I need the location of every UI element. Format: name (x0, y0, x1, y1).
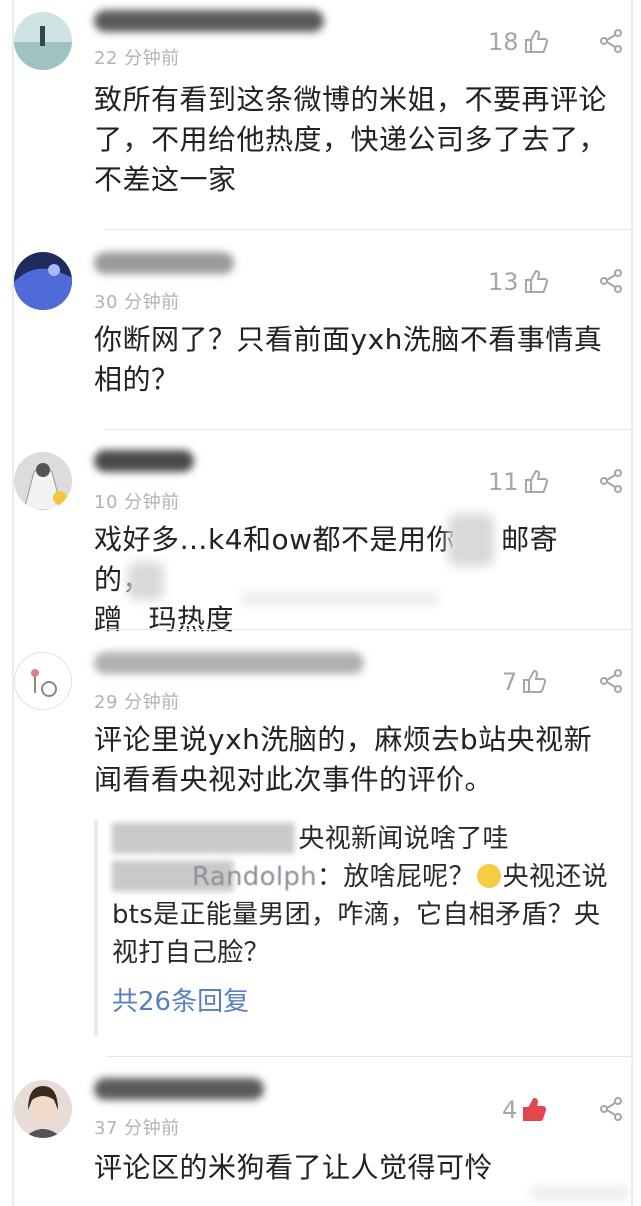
like-button[interactable]: 18 (488, 28, 549, 56)
like-count: 13 (488, 268, 519, 296)
share-icon[interactable] (598, 1096, 624, 1122)
comment-text-part: 戏好多…k4和ow都不是用你 (94, 523, 456, 556)
comment-text-part: 玛热度 (148, 603, 235, 636)
reply-text: ：放啥屁呢？ (316, 862, 475, 892)
avatar[interactable] (14, 1080, 72, 1138)
share-icon[interactable] (598, 28, 624, 54)
right-edge (631, 0, 633, 1206)
like-count: 4 (502, 1096, 518, 1124)
like-button[interactable]: 7 (502, 668, 547, 696)
username-redacted[interactable] (94, 10, 324, 32)
like-count: 18 (488, 28, 519, 56)
avatar[interactable] (14, 652, 72, 710)
comment-text: 致所有看到这条微博的米姐，不要再评论了，不用给他热度，快递公司多了去了，不差这一… (94, 83, 608, 196)
comment-time: 22 分钟前 (94, 48, 180, 69)
comment-time: 37 分钟前 (94, 1118, 180, 1139)
view-all-replies-link[interactable]: 共26条回复 (112, 982, 614, 1022)
like-button[interactable]: 13 (488, 268, 549, 296)
thumbs-up-icon (524, 469, 548, 493)
comment-time: 10 分钟前 (94, 492, 180, 513)
reply-item[interactable]: ██████Randolph：放啥屁呢？ 央视还说bts是正能量男团，咋滴，它自相… (112, 858, 614, 972)
avatar[interactable] (14, 452, 72, 510)
comment-text: 评论区的米狗看了让人觉得可怜 (94, 1151, 494, 1184)
username-redacted[interactable] (94, 252, 234, 274)
redaction-blur (128, 562, 164, 600)
watermark-blur (240, 592, 440, 606)
left-edge (12, 0, 14, 1206)
comment-text: 你断网了？只看前面yxh洗脑不看事情真相的？ (94, 323, 603, 396)
thumbs-up-icon (524, 269, 548, 293)
divider (106, 629, 631, 630)
username-redacted[interactable] (94, 1078, 264, 1100)
comment-text: 评论里说yxh洗脑的，麻烦去b站央视新闻看看央视对此次事件的评价。 (94, 723, 593, 796)
watermark-blur (530, 1186, 630, 1200)
reply-item[interactable]: █████████sa：央视新闻说啥了哇 (112, 820, 614, 858)
divider (106, 229, 631, 230)
share-icon[interactable] (598, 668, 624, 694)
smiley-emoji-icon (476, 864, 501, 888)
comment-time: 29 分钟前 (94, 692, 180, 713)
like-count: 11 (488, 468, 519, 496)
reply-author[interactable]: Randolph (192, 862, 317, 892)
thumbs-up-icon (523, 1097, 547, 1121)
reply-text: ：央视新闻说啥了哇 (272, 824, 509, 854)
comment-text: 戏好多…k4和ow都不是用你 邮寄的， 蹭玛热度 (94, 520, 614, 640)
thumbs-up-icon (523, 669, 547, 693)
divider (106, 429, 631, 430)
like-button[interactable]: 4 (502, 1096, 547, 1124)
redaction-blur (448, 514, 494, 566)
comment-text-part: 蹭 (94, 603, 123, 636)
like-count: 7 (502, 668, 518, 696)
avatar[interactable] (14, 12, 72, 70)
username-redacted[interactable] (94, 450, 194, 472)
reply-box: █████████sa：央视新闻说啥了哇 ██████Randolph：放啥屁呢… (94, 820, 614, 1036)
divider (106, 1056, 631, 1057)
like-button[interactable]: 11 (488, 468, 549, 496)
comment-time: 30 分钟前 (94, 292, 180, 313)
username-redacted[interactable] (94, 652, 364, 674)
share-icon[interactable] (598, 268, 624, 294)
thumbs-up-icon (524, 29, 548, 53)
share-icon[interactable] (598, 468, 624, 494)
avatar[interactable] (14, 252, 72, 310)
